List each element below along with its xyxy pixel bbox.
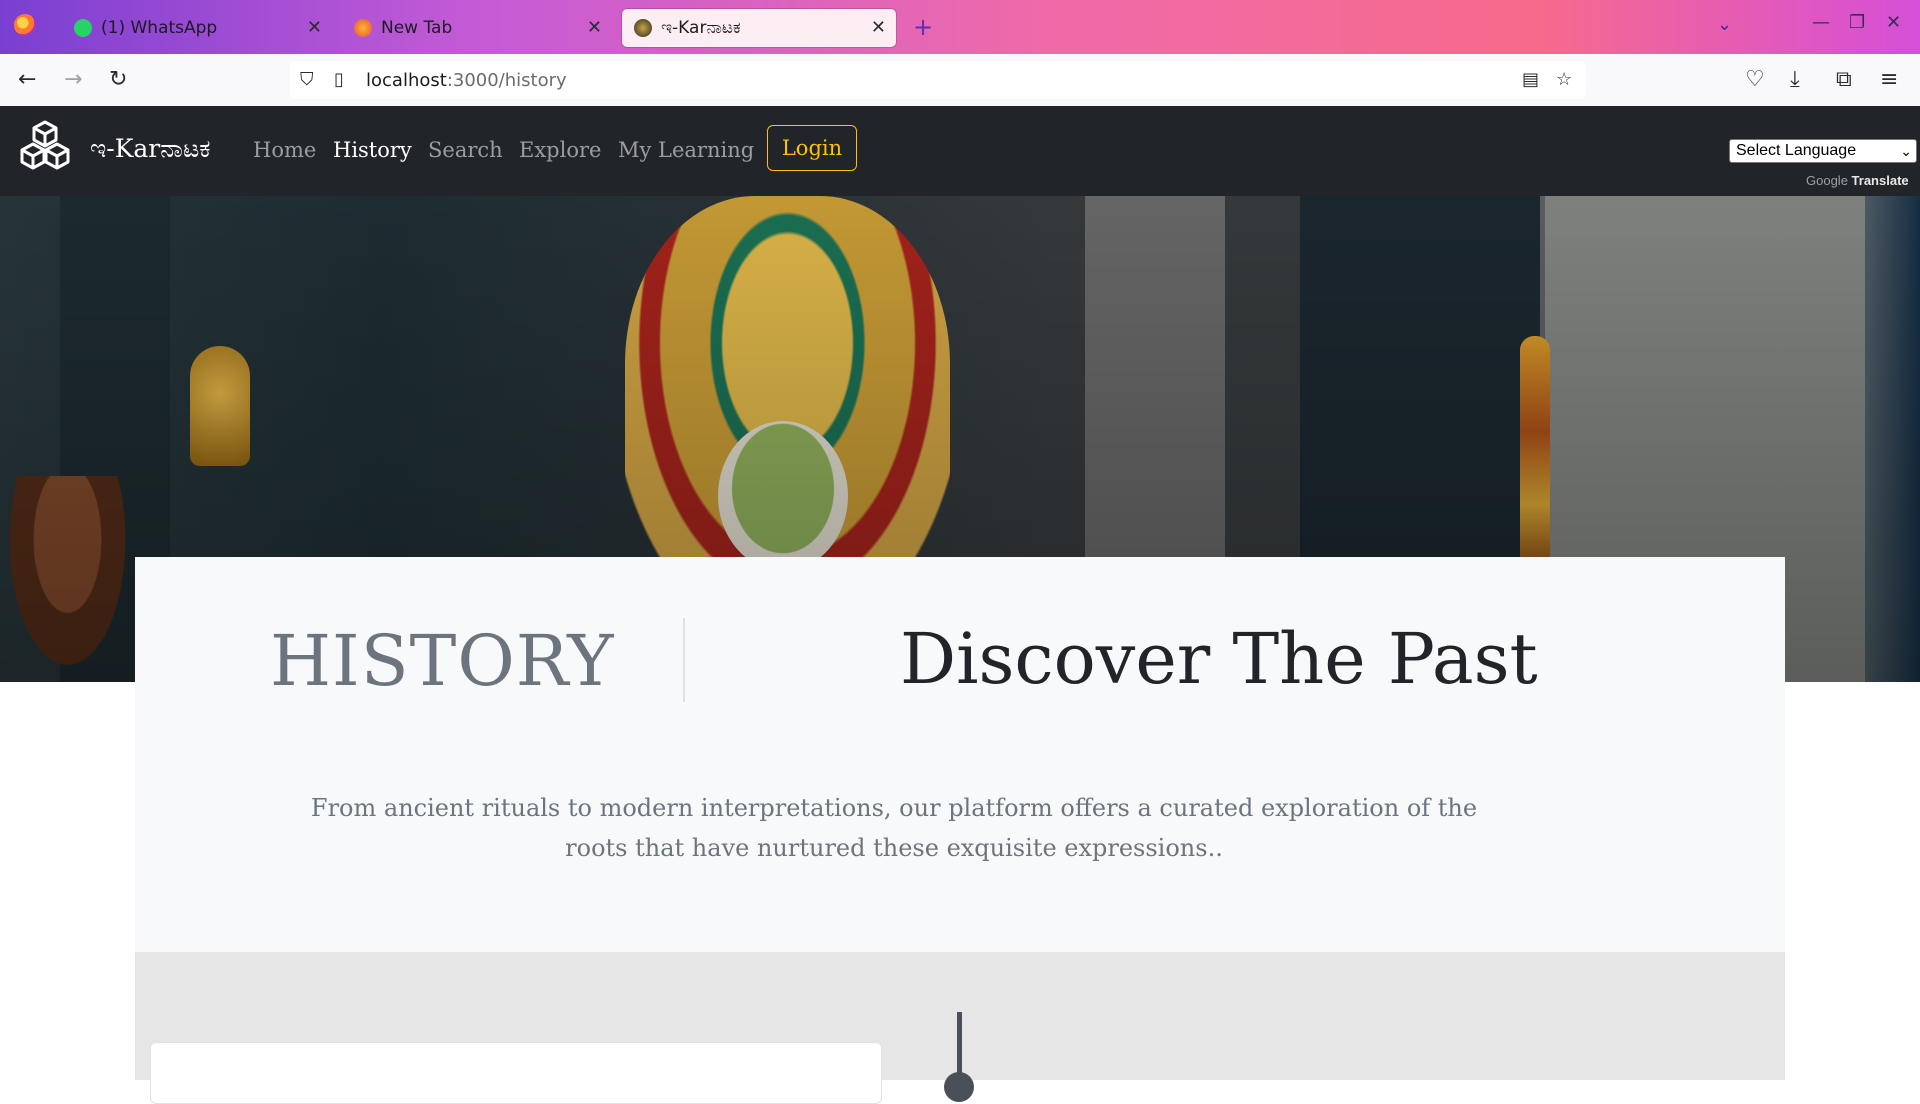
- whatsapp-icon: [74, 19, 92, 37]
- nav-home[interactable]: Home: [253, 138, 316, 162]
- firefox-icon: [354, 19, 372, 37]
- translate-label: Translate: [1851, 173, 1909, 188]
- restore-icon[interactable]: ❐: [1849, 12, 1865, 33]
- page-icon[interactable]: ▯: [334, 69, 344, 90]
- google-translate-credit: Google Translate: [1806, 173, 1909, 188]
- language-select-value: Select Language: [1736, 142, 1857, 159]
- tab-title: New Tab: [381, 18, 453, 38]
- bookmark-star-icon[interactable]: ☆: [1556, 69, 1572, 90]
- nav-history[interactable]: History: [333, 138, 412, 162]
- nav-explore[interactable]: Explore: [519, 138, 601, 162]
- nav-my-learning[interactable]: My Learning: [618, 138, 754, 162]
- new-tab-button[interactable]: +: [913, 13, 933, 41]
- intro-card: [135, 557, 1785, 952]
- pocket-icon[interactable]: ♡: [1745, 67, 1765, 92]
- timeline-dot: [944, 1072, 974, 1102]
- chevron-down-icon[interactable]: ⌄: [1717, 14, 1732, 35]
- tab-title: ಇ-Karನಾಟಕ: [661, 18, 741, 38]
- close-icon[interactable]: ✕: [307, 17, 322, 38]
- extensions-icon[interactable]: ⧉: [1836, 67, 1852, 92]
- section-description: From ancient rituals to modern interpret…: [310, 794, 1478, 862]
- shield-icon[interactable]: ⛉: [300, 69, 314, 90]
- timeline-line: [957, 1012, 962, 1080]
- close-icon[interactable]: ✕: [587, 17, 602, 38]
- tab-whatsapp[interactable]: (1) WhatsApp ✕: [62, 9, 332, 47]
- timeline-card[interactable]: [150, 1042, 882, 1104]
- close-icon[interactable]: ✕: [871, 17, 886, 38]
- site-icon: [634, 19, 652, 37]
- back-icon[interactable]: ←: [18, 67, 36, 92]
- browser-tab-bar: (1) WhatsApp ✕ New Tab ✕ ಇ-Karನಾಟಕ ✕ + ⌄…: [0, 0, 1920, 54]
- browser-nav-bar: ← → ↻ ⛉ ▯ localhost:3000/history ▤ ☆ ♡ ⤓…: [0, 54, 1920, 107]
- firefox-menu-icon[interactable]: [14, 14, 36, 36]
- download-icon[interactable]: ⤓: [1790, 67, 1800, 92]
- nav-search[interactable]: Search: [428, 138, 503, 162]
- brand-name[interactable]: ಇ-Karನಾಟಕ: [90, 134, 211, 164]
- tab-new-tab[interactable]: New Tab ✕: [342, 9, 612, 47]
- section-label: HISTORY: [270, 620, 615, 702]
- section-heading: Discover The Past: [900, 618, 1538, 700]
- forward-icon[interactable]: →: [64, 67, 82, 92]
- close-window-icon[interactable]: ✕: [1886, 12, 1901, 33]
- login-button[interactable]: Login: [767, 125, 857, 171]
- reload-icon[interactable]: ↻: [109, 67, 127, 92]
- cubes-logo-icon[interactable]: [18, 118, 72, 172]
- url-bar[interactable]: ⛉ ▯ localhost:3000/history ▤ ☆: [290, 61, 1586, 99]
- vertical-divider: [683, 618, 685, 702]
- google-logo-text: Google: [1806, 173, 1848, 188]
- language-select[interactable]: Select Language ⌄: [1729, 139, 1917, 163]
- chevron-down-icon: ⌄: [1900, 143, 1912, 159]
- hamburger-menu-icon[interactable]: ≡: [1880, 67, 1898, 92]
- tab-e-karnataka[interactable]: ಇ-Karನಾಟಕ ✕: [622, 9, 896, 47]
- url-text[interactable]: localhost:3000/history: [366, 70, 567, 91]
- site-header: ಇ-Karನಾಟಕ Home History Search Explore My…: [0, 106, 1920, 196]
- reader-view-icon[interactable]: ▤: [1522, 69, 1539, 90]
- minimize-icon[interactable]: —: [1812, 12, 1830, 33]
- tab-title: (1) WhatsApp: [101, 18, 218, 38]
